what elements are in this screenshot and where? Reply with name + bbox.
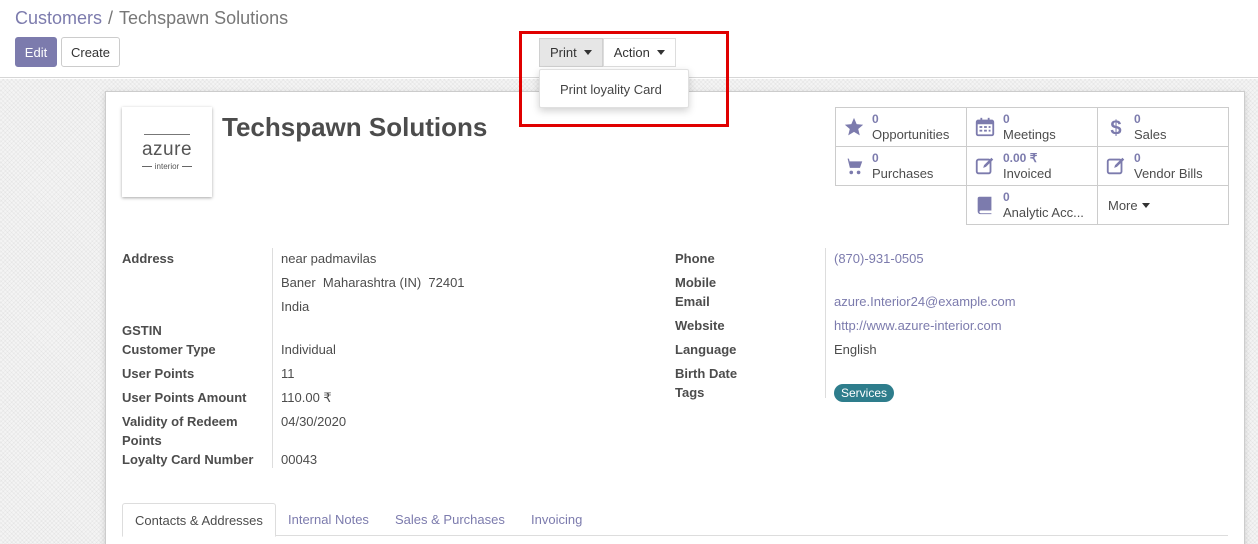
partner-avatar[interactable]: azure interior [122, 107, 212, 197]
tag-badge: Services [834, 384, 895, 402]
stat-value: 0 [1134, 112, 1141, 126]
vendor-bills-button[interactable]: 0 Vendor Bills [1097, 146, 1229, 186]
language-value: English [834, 342, 877, 357]
validity-value: 04/30/2020 [281, 414, 347, 429]
stat-label: Purchases [872, 166, 934, 181]
more-dropdown-button[interactable]: More [1097, 185, 1229, 225]
language-label: Language [675, 342, 737, 357]
tab-internal-notes[interactable]: Internal Notes [276, 503, 381, 536]
stat-label: Invoiced [1003, 166, 1052, 181]
stat-value: 0 [1003, 190, 1010, 204]
print-loyalty-card-item[interactable]: Print loyality Card [560, 82, 662, 97]
purchases-button[interactable]: 0 Purchases [835, 146, 967, 186]
print-dropdown-button[interactable]: Print [539, 38, 603, 67]
partner-name: Techspawn Solutions [222, 112, 488, 142]
invoiced-button[interactable]: 0.00 ₹ Invoiced [966, 146, 1098, 186]
address-line-3: India [281, 299, 310, 314]
tab-invoicing[interactable]: Invoicing [519, 503, 594, 536]
logo-line [144, 133, 190, 135]
user-points-label: User Points [122, 366, 195, 381]
tab-contacts-addresses[interactable]: Contacts & Addresses [122, 503, 276, 537]
customer-type-label: Customer Type [122, 342, 216, 357]
edit-button[interactable]: Edit [15, 37, 57, 67]
create-button[interactable]: Create [61, 37, 120, 67]
action-label: Action [613, 45, 650, 60]
validity-label-line-1: Validity of Redeem [122, 414, 238, 429]
edit-icon [1098, 155, 1134, 177]
user-points-value: 11 [281, 366, 295, 381]
more-label: More [1108, 197, 1138, 213]
breadcrumb: Customers / Techspawn Solutions [15, 8, 288, 29]
loyalty-card-value: 00043 [281, 452, 318, 467]
tab-sales-purchases[interactable]: Sales & Purchases [383, 503, 517, 536]
tags-label: Tags [675, 385, 705, 400]
stat-label: Meetings [1003, 127, 1056, 142]
field-separator-right [825, 248, 826, 398]
stat-label: Opportunities [872, 127, 950, 142]
analytic-accounts-button[interactable]: 0 Analytic Acc... [966, 185, 1098, 225]
loyalty-card-label: Loyalty Card Number [122, 452, 254, 467]
website-link[interactable]: http://www.azure-interior.com [834, 318, 1002, 333]
mobile-label: Mobile [675, 275, 717, 290]
sidebar-button-group: Print Action [539, 38, 676, 67]
breadcrumb-separator: / [108, 8, 114, 28]
form-sheet: azure interior Techspawn Solutions 0 Oppo… [105, 91, 1245, 544]
address-line-2: Baner Maharashtra (IN) 72401 [281, 275, 465, 290]
sales-button[interactable]: $ 0 Sales [1097, 107, 1229, 147]
email-label: Email [675, 294, 710, 309]
caret-down-icon [656, 50, 665, 55]
address-label: Address [122, 251, 175, 266]
meetings-button[interactable]: 0 Meetings [966, 107, 1098, 147]
stat-label: Sales [1134, 127, 1167, 142]
gstin-label: GSTIN [122, 323, 162, 338]
action-dropdown-button[interactable]: Action [602, 38, 676, 67]
logo-text: azure [141, 138, 193, 160]
svg-text:$: $ [1110, 117, 1121, 139]
breadcrumb-current: Techspawn Solutions [119, 8, 289, 28]
dollar-icon: $ [1098, 115, 1134, 139]
address-line-1: near padmavilas [281, 251, 377, 266]
user-points-amount-value: 110.00 ₹ [281, 390, 332, 405]
field-separator-left [272, 248, 273, 468]
book-icon [967, 194, 1003, 216]
phone-label: Phone [675, 251, 715, 266]
email-link[interactable]: azure.Interior24@example.com [834, 294, 1016, 309]
breadcrumb-customers-link[interactable]: Customers [15, 8, 102, 28]
calendar-icon [967, 116, 1003, 138]
stat-value: 0 [1003, 112, 1010, 126]
star-icon [836, 116, 872, 138]
user-points-amount-label: User Points Amount [122, 390, 247, 405]
phone-link[interactable]: (870)-931-0505 [834, 251, 924, 266]
stat-value: 0 [1134, 151, 1141, 165]
stat-value: 0 [872, 112, 879, 126]
caret-down-icon [1141, 202, 1150, 208]
logo-subtext: interior [139, 162, 195, 171]
notebook-tabs: Contacts & Addresses Internal Notes Sale… [122, 503, 1228, 537]
edit-icon [967, 155, 1003, 177]
cart-icon [836, 155, 872, 177]
stat-value: 0 [872, 151, 879, 165]
website-label: Website [675, 318, 725, 333]
customer-type-value: Individual [281, 342, 336, 357]
birth-date-label: Birth Date [675, 366, 738, 381]
stat-label: Vendor Bills [1134, 166, 1203, 181]
control-panel: Customers / Techspawn Solutions Edit Creat… [0, 0, 1258, 78]
print-dropdown-menu: Print loyality Card [539, 69, 689, 108]
stat-value: 0.00 ₹ [1003, 151, 1038, 165]
caret-down-icon [583, 50, 592, 55]
stat-label: Analytic Acc... [1003, 205, 1084, 220]
opportunities-button[interactable]: 0 Opportunities [835, 107, 967, 147]
print-label: Print [550, 45, 577, 60]
validity-label-line-2: Points [122, 433, 162, 448]
